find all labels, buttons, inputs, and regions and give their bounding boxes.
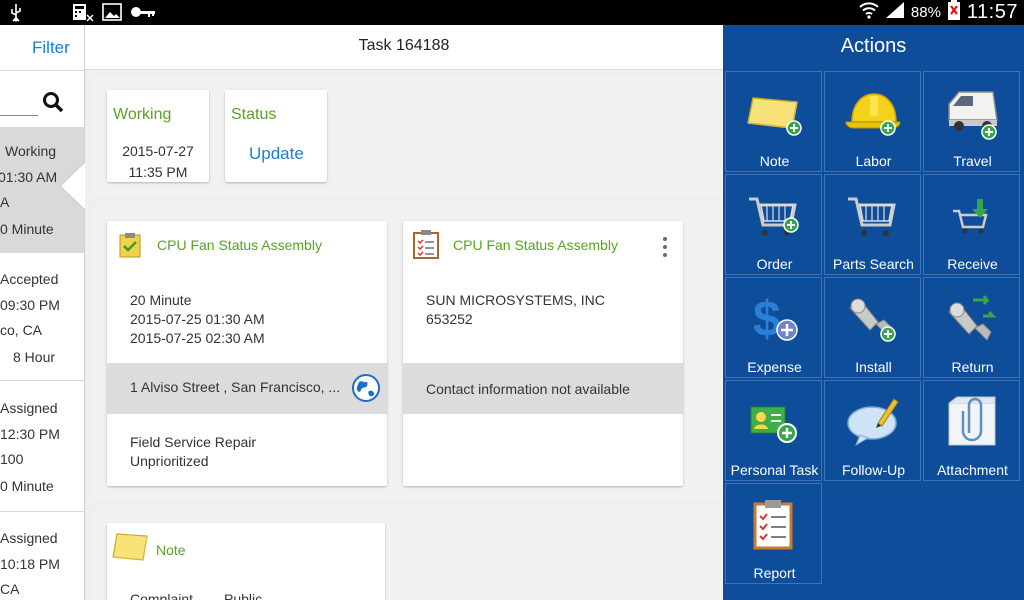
bolt-return-icon <box>948 295 997 341</box>
detail-header: Task 164188 <box>85 25 723 70</box>
van-icon <box>948 91 998 140</box>
working-date: 2015-07-27 <box>122 143 194 159</box>
actions-title: Actions <box>840 35 907 57</box>
status-card: Status Update <box>225 90 327 182</box>
checklist-icon <box>119 232 141 263</box>
speech-bubble-icon <box>847 398 899 447</box>
clock: 11:57 <box>966 1 1018 23</box>
svg-text:$: $ <box>753 291 781 347</box>
contact-row: Contact information not available <box>403 363 683 414</box>
task-list-item[interactable]: Assigned 10:18 PM CA <box>0 512 84 600</box>
assembly-band: CPU Fan Status Assembly 20 Minute 2015-0… <box>91 206 723 500</box>
action-report[interactable]: Report <box>725 483 822 584</box>
cart-add-icon <box>749 197 799 236</box>
hard-hat-icon <box>845 93 901 136</box>
action-install[interactable]: Install <box>824 277 921 378</box>
bolt-add-icon <box>849 298 896 342</box>
clipboard-icon <box>412 229 440 264</box>
cart-icon <box>848 197 896 236</box>
search-icon[interactable] <box>42 91 64 118</box>
note-icon <box>111 530 149 567</box>
paperclip-icon <box>948 396 996 446</box>
status-band: Working 2015-07-27 11:35 PM Status Updat… <box>91 76 723 197</box>
action-attachment[interactable]: Attachment <box>923 380 1020 481</box>
status-bar: 88% 11:57 <box>0 0 1024 25</box>
header-divider <box>0 70 84 71</box>
task-list-item[interactable]: Accepted 09:30 PM co, CA 8 Hour <box>0 253 84 379</box>
page-title: Task 164188 <box>358 37 450 54</box>
key-icon <box>130 3 156 22</box>
action-note[interactable]: Note <box>725 71 822 172</box>
battery-percent: 88% <box>910 4 941 21</box>
dollar-icon: $ <box>753 291 798 347</box>
calculator-icon <box>72 3 94 22</box>
clipboard-icon <box>753 500 793 550</box>
action-labor[interactable]: Labor <box>824 71 921 172</box>
assembly-card[interactable]: CPU Fan Status Assembly 20 Minute 2015-0… <box>107 221 387 486</box>
action-travel[interactable]: Travel <box>923 71 1020 172</box>
assembly-contact-card[interactable]: CPU Fan Status Assembly SUN MICROSYSTEMS… <box>403 221 683 486</box>
overflow-menu-icon[interactable] <box>663 237 667 261</box>
notes-band: Note Complaint Public <box>91 510 723 600</box>
wifi-icon <box>859 1 879 24</box>
filter-button[interactable]: Filter <box>32 38 70 58</box>
personal-task-icon <box>750 406 797 443</box>
usb-icon <box>8 3 24 22</box>
battery-icon <box>947 0 961 25</box>
action-receive[interactable]: Receive <box>923 174 1020 275</box>
image-icon <box>102 3 122 22</box>
working-card: Working 2015-07-27 11:35 PM <box>107 90 209 182</box>
task-list-item[interactable]: Assigned 12:30 PM 100 0 Minute <box>0 381 84 511</box>
note-icon <box>747 97 802 136</box>
selection-pointer <box>59 161 86 211</box>
task-list-pane: Filter Working 01:30 AM A 0 Minute Accep… <box>0 25 85 600</box>
update-status-button[interactable]: Update <box>249 144 304 164</box>
task-detail-pane: Task 164188 Working 2015-07-27 11:35 PM … <box>85 25 723 600</box>
action-return[interactable]: Return <box>923 277 1020 378</box>
note-card[interactable]: Note Complaint Public <box>107 523 385 600</box>
action-order[interactable]: Order <box>725 174 822 275</box>
actions-panel: Actions Note Labor Travel Order Parts Se… <box>723 25 1024 600</box>
address-row[interactable]: 1 Alviso Street , San Francisco, ... <box>107 363 387 414</box>
working-time: 11:35 PM <box>128 164 188 180</box>
signal-icon <box>885 1 905 24</box>
action-follow-up[interactable]: Follow-Up <box>824 380 921 481</box>
action-expense[interactable]: $ Expense <box>725 277 822 378</box>
action-personal-task[interactable]: Personal Task <box>725 380 822 481</box>
globe-icon[interactable] <box>351 373 381 408</box>
action-parts-search[interactable]: Parts Search <box>824 174 921 275</box>
cart-receive-icon <box>953 199 988 234</box>
search-input[interactable] <box>0 115 38 116</box>
